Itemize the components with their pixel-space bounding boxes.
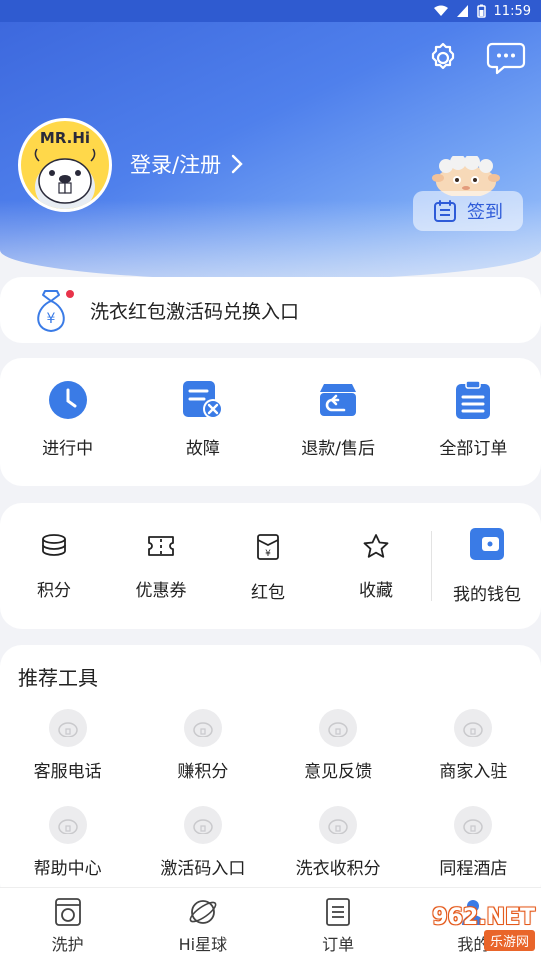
washer-icon: [54, 898, 81, 926]
tab-orders-label: 订单: [322, 935, 355, 954]
beaver-placeholder-icon: [319, 709, 358, 747]
money-bag-icon: ¥: [37, 290, 74, 333]
points-label: 积分: [37, 581, 71, 601]
order-icon: [326, 898, 351, 926]
sign-in-button[interactable]: 签到: [413, 191, 523, 231]
order-in-progress-label: 进行中: [42, 439, 94, 459]
my-wallet-entry[interactable]: 我的钱包: [437, 525, 537, 605]
favorites-label: 收藏: [359, 581, 393, 601]
order-refund[interactable]: 退款/售后: [271, 380, 406, 459]
order-in-progress[interactable]: 进行中: [0, 380, 135, 459]
tool-activation-code[interactable]: 激活码入口: [135, 806, 270, 879]
calendar-icon: [434, 200, 456, 222]
tool-earn-points[interactable]: 赚积分: [135, 709, 270, 782]
clock-icon: [48, 381, 87, 419]
watermark-site-name: 乐游网: [483, 930, 535, 951]
login-register-link[interactable]: 登录/注册: [130, 149, 243, 179]
beaver-placeholder-icon: [183, 709, 222, 747]
tool-tongcheng-hotel[interactable]: 同程酒店: [406, 806, 541, 879]
red-packet-redeem-entry[interactable]: ¥ 洗衣红包激活码兑换入口: [0, 277, 541, 343]
beaver-placeholder-icon: [319, 806, 358, 844]
watermark-logo-text: 962.NET: [432, 905, 535, 930]
order-fault-label: 故障: [185, 439, 220, 459]
planet-icon: [189, 900, 217, 924]
tab-hi-planet[interactable]: Hi星球: [135, 888, 270, 961]
assets-panel: 积分 优惠券 ¥ 红包 收藏 我的钱包: [0, 503, 541, 629]
order-fault[interactable]: 故障: [135, 380, 270, 459]
order-all-label: 全部订单: [439, 439, 508, 459]
beaver-placeholder-icon: [183, 806, 222, 844]
recommended-tools-title: 推荐工具: [18, 666, 98, 690]
sign-in-label: 签到: [467, 202, 503, 223]
order-refund-label: 退款/售后: [301, 439, 375, 459]
coins-icon: [42, 534, 66, 556]
tool-laundry-points[interactable]: 洗衣收积分: [271, 806, 406, 879]
order-list-icon: [456, 380, 491, 419]
red-packet-label: 红包: [251, 583, 285, 603]
wallet-divider: [431, 531, 432, 601]
sheep-mascot-icon: [432, 156, 500, 196]
status-time: 11:59: [493, 3, 531, 19]
tool-label: 商家入驻: [439, 762, 508, 782]
orders-panel: 进行中 故障 退款/售后 全部订单: [0, 358, 541, 486]
favorites-entry[interactable]: 收藏: [326, 533, 426, 601]
chevron-right-icon: [231, 154, 243, 174]
coupon-label: 优惠券: [135, 581, 187, 601]
tool-label: 帮助中心: [33, 859, 102, 879]
tool-label: 客服电话: [33, 762, 102, 782]
red-packet-entry[interactable]: ¥ 红包: [218, 533, 318, 603]
avatar[interactable]: MR.Hi: [18, 118, 112, 212]
wallet-icon: [470, 528, 504, 560]
tool-label: 洗衣收积分: [295, 859, 381, 879]
fault-icon: [182, 381, 223, 419]
signal-icon: [456, 5, 468, 17]
tool-customer-service-phone[interactable]: 客服电话: [0, 709, 135, 782]
points-entry[interactable]: 积分: [4, 533, 104, 601]
tool-label: 同程酒店: [439, 859, 508, 879]
tool-feedback[interactable]: 意见反馈: [271, 709, 406, 782]
coupon-icon: [148, 536, 174, 556]
beaver-placeholder-icon: [454, 709, 493, 747]
star-icon: [363, 534, 389, 558]
my-wallet-label: 我的钱包: [453, 585, 521, 605]
refund-icon: [320, 384, 357, 416]
tab-hi-planet-label: Hi星球: [178, 935, 228, 954]
beaver-icon: [34, 148, 96, 209]
battery-icon: [476, 4, 486, 18]
site-watermark: 962.NET 乐游网: [400, 905, 541, 961]
tab-orders[interactable]: 订单: [271, 888, 406, 961]
tool-merchant-join[interactable]: 商家入驻: [406, 709, 541, 782]
settings-button[interactable]: [421, 36, 465, 80]
svg-text:¥: ¥: [47, 311, 56, 327]
tool-label: 意见反馈: [304, 762, 373, 782]
red-packet-redeem-label: 洗衣红包激活码兑换入口: [90, 300, 300, 323]
beaver-placeholder-icon: [48, 709, 87, 747]
login-register-label: 登录/注册: [130, 153, 222, 177]
message-icon: [486, 42, 526, 75]
tab-wash[interactable]: 洗护: [0, 888, 135, 961]
message-button[interactable]: [484, 36, 528, 80]
svg-text:¥: ¥: [265, 549, 271, 559]
red-packet-icon: ¥: [257, 534, 279, 560]
coupon-entry[interactable]: 优惠券: [111, 533, 211, 601]
tool-help-center[interactable]: 帮助中心: [0, 806, 135, 879]
wifi-icon: [433, 5, 448, 16]
tab-wash-label: 洗护: [51, 935, 84, 954]
recommended-tools-panel: 推荐工具 客服电话 赚积分 意见反馈 商家入驻 帮助中心 激活码入口 洗衣收积分…: [0, 645, 541, 905]
order-all[interactable]: 全部订单: [406, 380, 541, 459]
settings-icon: [431, 42, 455, 70]
tool-label: 激活码入口: [160, 859, 246, 879]
beaver-placeholder-icon: [454, 806, 493, 844]
tool-label: 赚积分: [177, 762, 229, 782]
beaver-placeholder-icon: [48, 806, 87, 844]
status-bar: 11:59: [0, 0, 541, 22]
